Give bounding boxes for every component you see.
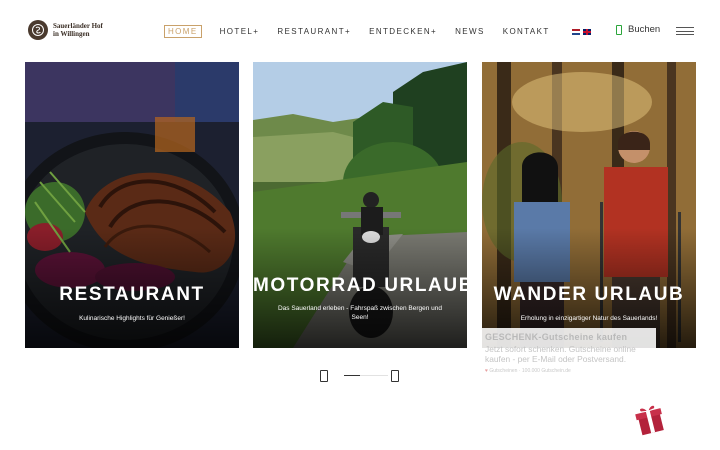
voucher-text: Jetzt sofort schenken. Gutscheine online… bbox=[485, 344, 636, 364]
logo-text: Sauerländer Hof in Willingen bbox=[53, 22, 103, 38]
slider-prev-button[interactable] bbox=[320, 370, 328, 382]
card-subtitle: Das Sauerland erleben - Fahrspaß zwische… bbox=[277, 305, 443, 321]
logo[interactable]: Sauerländer Hof in Willingen bbox=[28, 20, 103, 40]
logo-emblem-icon bbox=[28, 20, 48, 40]
heart-icon: ♥ bbox=[485, 368, 488, 374]
voucher-title: GESCHENK-Gutscheine kaufen bbox=[485, 332, 628, 342]
voucher-meta: ♥ Gutscheinen · 100.000 Gutschein.de bbox=[485, 368, 653, 374]
card-title: MOTORRAD URLAUB bbox=[253, 275, 467, 296]
flag-gb-icon[interactable] bbox=[582, 29, 591, 35]
nav-item-kontakt[interactable]: KONTAKT bbox=[503, 27, 550, 36]
site-header: Sauerländer Hof in Willingen HOME HOTEL+… bbox=[0, 0, 720, 62]
phone-icon bbox=[616, 24, 622, 35]
gift-icon[interactable] bbox=[634, 402, 666, 436]
voucher-meta-text: Gutscheinen · 100.000 Gutschein.de bbox=[489, 368, 571, 374]
language-switcher bbox=[571, 29, 591, 35]
hamburger-menu-icon[interactable] bbox=[676, 27, 694, 35]
card-subtitle: Erholung in einzigartiger Natur des Saue… bbox=[520, 315, 658, 322]
slider-progress bbox=[344, 375, 388, 376]
nav-item-hotel[interactable]: HOTEL+ bbox=[220, 27, 260, 36]
booking-button[interactable]: Buchen bbox=[616, 24, 660, 35]
card-title: WANDER URLAUB bbox=[493, 284, 685, 305]
nav-item-restaurant[interactable]: RESTAURANT+ bbox=[277, 27, 351, 36]
voucher-popup[interactable]: GESCHENK-Gutscheine kaufen Jetzt sofort … bbox=[482, 328, 656, 392]
card-wander[interactable]: WANDER URLAUB Erholung in einzigartiger … bbox=[482, 62, 696, 348]
nav-item-entdecken[interactable]: ENTDECKEN+ bbox=[369, 27, 437, 36]
card-restaurant[interactable]: RESTAURANT Kulinarische Highlights für G… bbox=[25, 62, 239, 348]
flag-nl-icon[interactable] bbox=[571, 29, 580, 35]
logo-line-1: Sauerländer Hof bbox=[53, 22, 103, 30]
nav-item-home[interactable]: HOME bbox=[164, 25, 202, 38]
card-subtitle: Kulinarische Highlights für Genießer! bbox=[79, 315, 185, 322]
booking-label: Buchen bbox=[628, 24, 661, 35]
card-title: RESTAURANT bbox=[59, 284, 205, 305]
slider-progress-fill bbox=[344, 375, 360, 376]
nav-item-news[interactable]: NEWS bbox=[455, 27, 485, 36]
slider-next-button[interactable] bbox=[391, 370, 399, 382]
logo-line-2: in Willingen bbox=[53, 30, 90, 38]
main-nav: HOME HOTEL+ RESTAURANT+ ENTDECKEN+ NEWS … bbox=[164, 25, 591, 38]
card-motorrad[interactable]: MOTORRAD URLAUB Das Sauerland erleben - … bbox=[253, 62, 467, 348]
